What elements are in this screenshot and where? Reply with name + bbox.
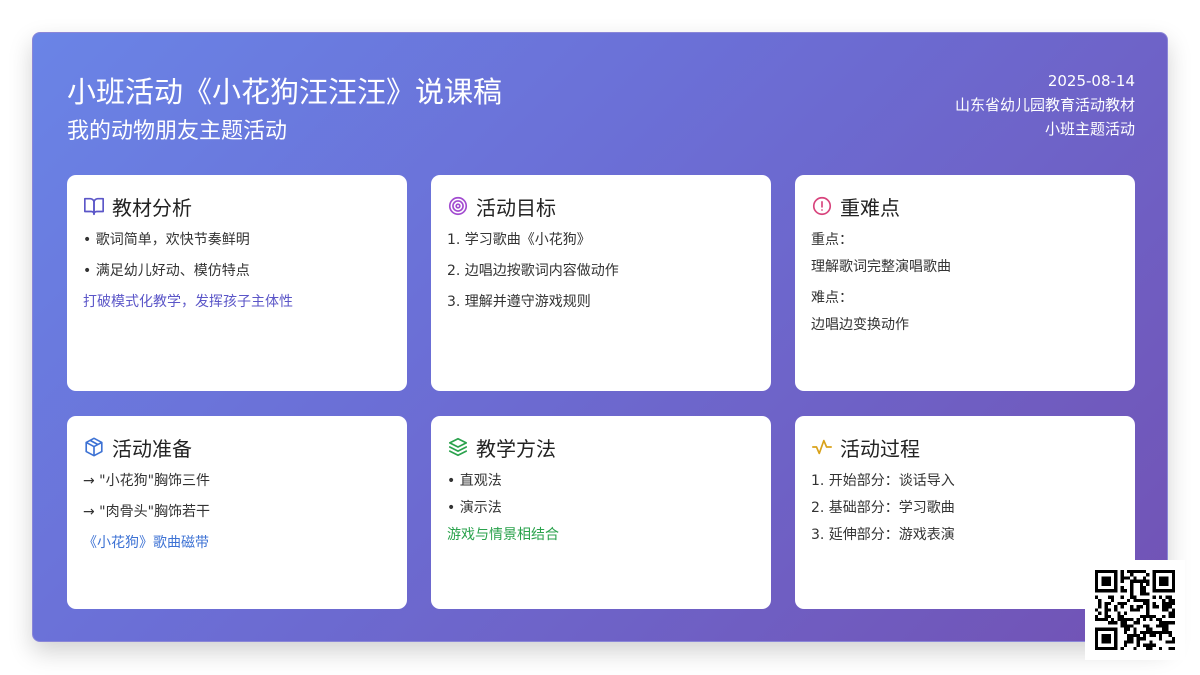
- card-header: 教学方法: [447, 434, 755, 461]
- key-point-text: 理解歌词完整演唱歌曲: [811, 259, 951, 275]
- header-meta: 2025-08-14 山东省幼儿园教育活动教材 小班主题活动: [955, 69, 1135, 141]
- list-item: 1. 开始部分：谈话导入: [811, 473, 955, 489]
- page-subtitle: 我的动物朋友主题活动: [67, 119, 288, 144]
- list-item: • 演示法: [447, 500, 502, 516]
- card-header: 活动准备: [83, 434, 391, 461]
- card-title: 教材分析: [112, 195, 192, 220]
- list-item: 3. 理解并遵守游戏规则: [447, 294, 591, 310]
- lesson-plan-panel: 小班活动《小花狗汪汪汪》说课稿 我的动物朋友主题活动 2025-08-14 山东…: [32, 32, 1168, 642]
- card-note: 《小花狗》歌曲磁带: [83, 535, 209, 551]
- card-activity-process: 活动过程 1. 开始部分：谈话导入 2. 基础部分：学习歌曲 3. 延伸部分：游…: [795, 416, 1135, 609]
- list-item: 1. 学习歌曲《小花狗》: [447, 232, 591, 248]
- list-item: → "小花狗"胸饰三件: [83, 473, 211, 489]
- card-material-analysis: 教材分析 • 歌词简单，欢快节奏鲜明 • 满足幼儿好动、模仿特点 打破模式化教学…: [67, 175, 407, 391]
- source-text: 山东省幼儿园教育活动教材: [954, 96, 1135, 114]
- card-header: 活动目标: [447, 193, 755, 220]
- card-key-points: 重难点 重点： 理解歌词完整演唱歌曲 难点： 边唱边变换动作: [795, 175, 1135, 391]
- card-title: 活动过程: [840, 436, 920, 461]
- box-icon: [83, 436, 105, 458]
- difficulty-label: 难点：: [811, 290, 853, 306]
- page-title: 小班活动《小花狗汪汪汪》说课稿: [67, 75, 503, 109]
- card-header: 教材分析: [83, 193, 391, 220]
- book-open-icon: [83, 195, 105, 217]
- card-header: 活动过程: [811, 434, 1119, 461]
- card-title: 教学方法: [476, 436, 556, 461]
- layers-icon: [447, 436, 469, 458]
- card-preparation: 活动准备 → "小花狗"胸饰三件 → "肉骨头"胸饰若干 《小花狗》歌曲磁带: [67, 416, 407, 609]
- list-item: 2. 基础部分：学习歌曲: [811, 500, 955, 516]
- list-item: 2. 边唱边按歌词内容做动作: [447, 263, 619, 279]
- list-item: • 满足幼儿好动、模仿特点: [83, 263, 250, 279]
- card-note: 游戏与情景相结合: [447, 527, 559, 543]
- list-item: → "肉骨头"胸饰若干: [83, 504, 211, 520]
- card-header: 重难点: [811, 193, 1119, 220]
- activity-icon: [811, 436, 833, 458]
- card-activity-goals: 活动目标 1. 学习歌曲《小花狗》 2. 边唱边按歌词内容做动作 3. 理解并遵…: [431, 175, 771, 391]
- category-text: 小班主题活动: [1044, 120, 1135, 138]
- list-item: • 歌词简单，欢快节奏鲜明: [83, 232, 250, 248]
- qr-code: [1085, 560, 1185, 660]
- date-text: 2025-08-14: [1047, 72, 1135, 90]
- list-item: • 直观法: [447, 473, 502, 489]
- target-icon: [447, 195, 469, 217]
- card-title: 活动准备: [112, 436, 192, 461]
- card-title: 重难点: [840, 195, 900, 220]
- card-title: 活动目标: [476, 195, 556, 220]
- card-note: 打破模式化教学，发挥孩子主体性: [83, 294, 293, 310]
- alert-circle-icon: [811, 195, 833, 217]
- card-teaching-methods: 教学方法 • 直观法 • 演示法 游戏与情景相结合: [431, 416, 771, 609]
- difficulty-text: 边唱边变换动作: [811, 317, 909, 333]
- list-item: 3. 延伸部分：游戏表演: [811, 527, 955, 543]
- key-point-label: 重点：: [811, 232, 853, 248]
- qr-code-icon: [1095, 570, 1175, 650]
